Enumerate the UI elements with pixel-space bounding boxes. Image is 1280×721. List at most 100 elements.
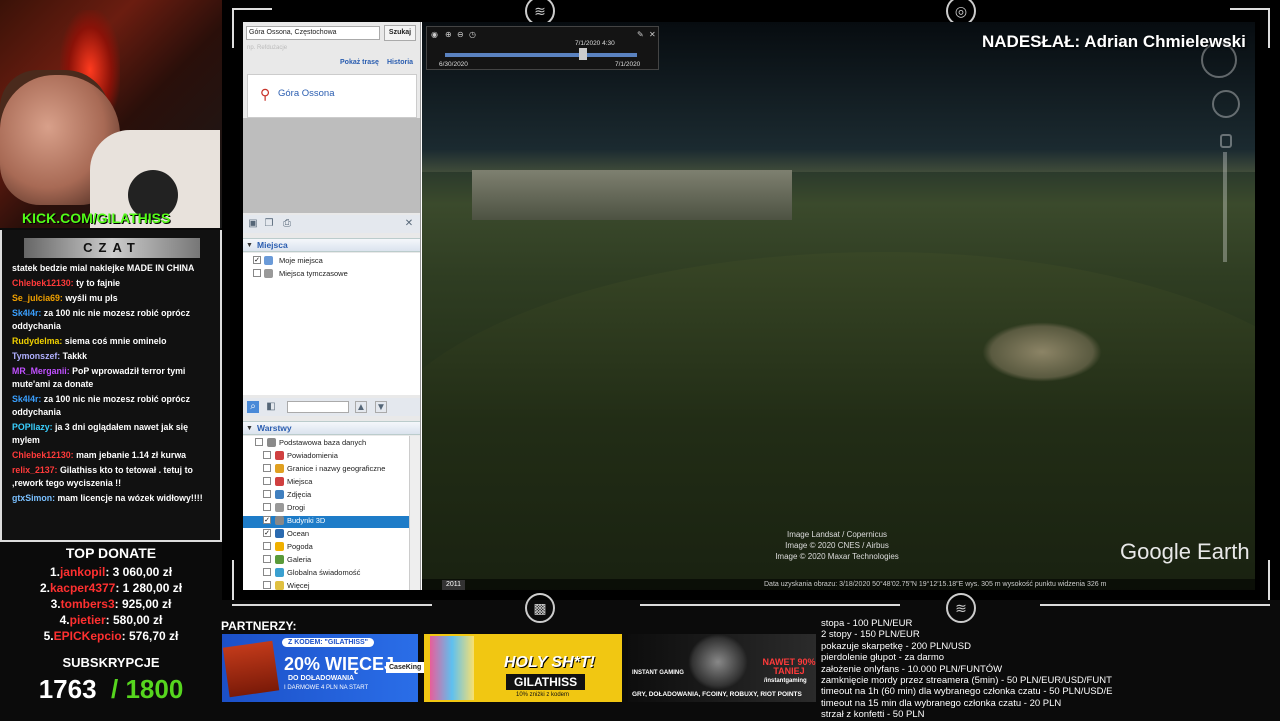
chat-username: relix_2137: (12, 465, 60, 475)
timeline-close-icon[interactable]: ✕ (649, 30, 656, 39)
look-control-icon[interactable] (1212, 90, 1240, 118)
zoom-slider[interactable] (1223, 152, 1227, 262)
quarry-patch (982, 322, 1102, 382)
price-item: pokazuje skarpetkę - 200 PLN/USD (821, 640, 971, 652)
ad1-sub: DO DOŁADOWANIA (288, 675, 355, 682)
print-icon[interactable]: ⎙ (281, 218, 293, 230)
panel-icon[interactable]: ◧ (265, 401, 277, 413)
timeline-track[interactable] (445, 53, 637, 57)
layer-icon (275, 555, 284, 564)
layer-checkbox[interactable] (263, 555, 271, 563)
stripes-logo-icon: ▩ (525, 593, 555, 623)
places-header[interactable]: ▼ Miejsca (243, 238, 420, 252)
donate-amount: : 576,70 zł (121, 629, 179, 643)
chat-text: ty to fajnie (76, 278, 121, 288)
chat-text: statek bedzie mial naklejke MADE IN CHIN… (12, 263, 195, 273)
donor-name: kacper4377 (49, 581, 116, 595)
partners-label: PARTNERZY: (221, 619, 297, 633)
down-arrow-icon[interactable]: ▼ (375, 401, 387, 413)
frame-line (1268, 560, 1270, 600)
map-pin-icon: ⚲ (260, 86, 271, 102)
folder-icon (264, 269, 273, 278)
frame-line (232, 8, 234, 48)
search-layers-icon[interactable]: ⌕ (247, 401, 259, 413)
history-link[interactable]: Historia (387, 59, 413, 66)
layer-item[interactable]: Budynki 3D (287, 516, 325, 525)
layer-checkbox[interactable] (255, 438, 263, 446)
ad-caseking[interactable]: Z KODEM: "GILATHISS" 20% WIĘCEJ DO DOŁAD… (222, 634, 425, 702)
layer-checkbox[interactable] (263, 568, 271, 576)
chat-message: MR_Merganii: PoP wprowadził terror tymi … (2, 365, 220, 391)
ad3-code: /instantgaming (764, 678, 807, 684)
layers-filter-input[interactable] (287, 401, 349, 413)
earth-sidebar: Góra Ossona, Częstochowa Szukaj np. Refd… (243, 22, 421, 590)
earth-3d-view[interactable]: ◉ ⊕ ⊖ ◷ ✎ ✕ 7/1/2020 4:30 6/30/2020 7/1/… (422, 22, 1255, 590)
donate-amount: : 1 280,00 zł (115, 581, 183, 595)
donate-row: 5.EPICKepcio: 576,70 zł (0, 628, 222, 644)
chat-text: mam licencje na wózek widłowy!!!! (57, 493, 203, 503)
timeline-control[interactable]: ◉ ⊕ ⊖ ◷ ✎ ✕ 7/1/2020 4:30 6/30/2020 7/1/… (426, 26, 659, 70)
place-item[interactable]: Miejsca tymczasowe (279, 269, 348, 278)
search-input[interactable]: Góra Ossona, Częstochowa (246, 26, 380, 40)
layer-item[interactable]: Ocean (287, 529, 309, 538)
layer-item[interactable]: Miejsca (287, 477, 312, 486)
up-arrow-icon[interactable]: ▲ (355, 401, 367, 413)
donate-amount: : 925,00 zł (114, 597, 172, 611)
chat-message: relix_2137: Gilathiss kto to tetował . t… (2, 464, 220, 490)
layer-item[interactable]: Drogi (287, 503, 305, 512)
timeline-current: 7/1/2020 4:30 (575, 40, 615, 47)
layer-checkbox[interactable] (263, 464, 271, 472)
ad3-brand: INSTANT GAMING (632, 670, 684, 676)
layer-checkbox[interactable] (263, 451, 271, 459)
layer-item[interactable]: Podstawowa baza danych (279, 438, 366, 447)
close-icon[interactable]: ✕ (403, 218, 415, 230)
frame-line (232, 8, 272, 10)
chat-text: Takkk (62, 351, 87, 361)
layer-checkbox[interactable] (263, 503, 271, 511)
clock-icon[interactable]: ◷ (469, 30, 476, 39)
frame-line (1040, 604, 1270, 606)
folder-icon[interactable]: ▣ (247, 218, 259, 230)
timeline-slider-knob[interactable] (579, 48, 587, 60)
ad3-tagline: GRY, DOŁADOWANIA, FCOINY, ROBUXY, RIOT P… (632, 691, 802, 698)
checkbox[interactable] (253, 269, 261, 277)
layer-item[interactable]: Globalna świadomość (287, 568, 360, 577)
zoom-out-icon[interactable]: ⊖ (457, 30, 464, 39)
layer-item[interactable]: Galeria (287, 555, 311, 564)
donor-name: pietier (69, 613, 106, 627)
checkbox[interactable]: ✓ (253, 256, 261, 264)
layer-item[interactable]: Granice i nazwy geograficzne (287, 464, 385, 473)
imagery-credit: Image © 2020 CNES / Airbus (785, 541, 889, 550)
layer-checkbox[interactable] (263, 581, 271, 589)
chat-message: statek bedzie mial naklejke MADE IN CHIN… (2, 262, 220, 275)
search-button[interactable]: Szukaj (384, 25, 416, 41)
place-item[interactable]: Moje miejsca (279, 256, 323, 265)
route-link[interactable]: Pokaż trasę (340, 59, 379, 66)
layer-checkbox[interactable] (263, 490, 271, 498)
layer-item[interactable]: Więcej (287, 581, 310, 590)
donate-row: 3.tombers3: 925,00 zł (0, 596, 222, 612)
layer-item[interactable]: Powiadomienia (287, 451, 338, 460)
zoom-in-icon[interactable]: ⊕ (445, 30, 452, 39)
pegman-icon[interactable] (1220, 134, 1232, 148)
ad-holyshit[interactable]: HOLY SH*T! GILATHISS 10% zniżki z kodem (424, 634, 622, 702)
layer-item[interactable]: Zdjęcia (287, 490, 311, 499)
globe-icon[interactable]: ◉ (431, 30, 438, 39)
donate-row: 1.jankopil: 3 060,00 zł (0, 564, 222, 580)
layer-checkbox[interactable] (263, 477, 271, 485)
wrench-icon[interactable]: ✎ (637, 30, 644, 39)
copy-icon[interactable]: ❐ (263, 218, 275, 230)
layer-item[interactable]: Pogoda (287, 542, 313, 551)
donate-rank: 1. (49, 565, 60, 579)
ad-instantgaming[interactable]: INSTANT GAMING NAWET 90% TANIEJ /instant… (628, 634, 816, 702)
layers-header[interactable]: ▼ Warstwy (243, 421, 420, 435)
layers-scrollbar[interactable] (409, 436, 420, 590)
layer-checkbox[interactable] (263, 542, 271, 550)
layer-checkbox[interactable]: ✓ (263, 516, 271, 524)
year-badge[interactable]: 2011 (442, 580, 466, 590)
layer-icon (275, 529, 284, 538)
google-earth-window: Góra Ossona, Częstochowa Szukaj np. Refd… (243, 22, 1255, 590)
layer-icon (275, 451, 284, 460)
layer-checkbox[interactable]: ✓ (263, 529, 271, 537)
search-result[interactable]: ⚲ Góra Ossona (247, 74, 417, 118)
